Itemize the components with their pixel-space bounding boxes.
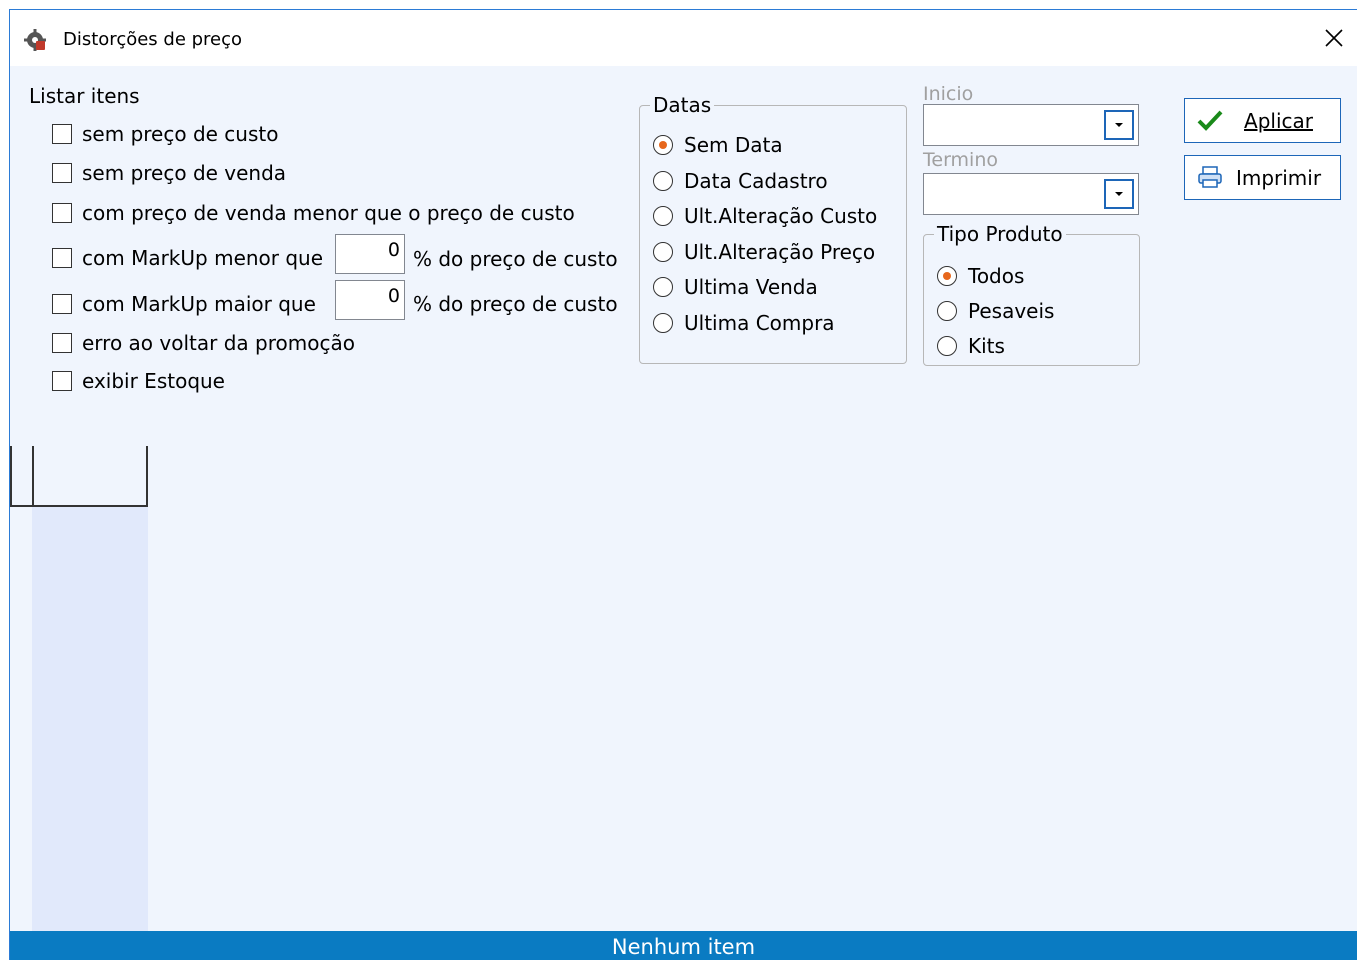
datas-group: Datas Sem Data Data Cadastro Ult.Alteraç… [639, 93, 907, 364]
chevron-down-icon [1115, 123, 1123, 127]
checkbox[interactable] [52, 371, 72, 391]
filter-markup-maior[interactable]: com MarkUp maior que [52, 291, 316, 317]
checkbox-label: com preço de venda menor que o preço de … [82, 201, 575, 225]
close-icon [1325, 29, 1343, 47]
radio-label: Ultima Venda [684, 275, 818, 299]
checkbox[interactable] [52, 203, 72, 223]
radio-ultima-compra[interactable]: Ultima Compra [653, 310, 835, 336]
checkbox-label: exibir Estoque [82, 369, 225, 393]
radio-ult-alteracao-custo[interactable]: Ult.Alteração Custo [653, 203, 877, 229]
close-button[interactable] [1311, 10, 1357, 66]
radio-todos[interactable]: Todos [937, 263, 1024, 289]
print-button[interactable]: Imprimir [1184, 155, 1341, 200]
distortion-window: Distorções de preço Listar itens sem pre… [9, 9, 1357, 960]
grid-column-stripe [32, 506, 148, 932]
apply-button[interactable]: Aplicar [1184, 98, 1341, 143]
radio-ult-alteracao-preco[interactable]: Ult.Alteração Preço [653, 239, 875, 265]
title-bar: Distorções de preço [10, 10, 1357, 66]
radio-button[interactable] [653, 171, 673, 191]
radio-label: Sem Data [684, 133, 783, 157]
inicio-date-picker[interactable] [923, 104, 1139, 146]
checkbox[interactable] [52, 294, 72, 314]
radio-kits[interactable]: Kits [937, 333, 1005, 359]
checkbox[interactable] [52, 248, 72, 268]
markup-maior-suffix: % do preço de custo [413, 292, 618, 316]
filter-exibir-estoque[interactable]: exibir Estoque [52, 368, 225, 394]
checkbox-label: com MarkUp maior que [82, 292, 316, 316]
inicio-label: Inicio [923, 83, 974, 105]
radio-label: Ult.Alteração Preço [684, 240, 876, 264]
status-bar: Nenhum item [10, 931, 1357, 960]
markup-maior-input[interactable]: 0 [335, 280, 405, 320]
tipo-produto-group: Tipo Produto Todos Pesaveis Kits [923, 222, 1140, 366]
termino-date-picker[interactable] [923, 173, 1139, 215]
radio-button[interactable] [937, 266, 957, 286]
checkbox[interactable] [52, 333, 72, 353]
radio-sem-data[interactable]: Sem Data [653, 132, 783, 158]
radio-button[interactable] [653, 277, 673, 297]
print-button-label: Imprimir [1235, 165, 1322, 190]
radio-pesaveis[interactable]: Pesaveis [937, 298, 1054, 324]
radio-label: Ult.Alteração Custo [684, 204, 878, 228]
termino-label: Termino [923, 149, 998, 171]
radio-label: Todos [968, 264, 1025, 288]
radio-label: Kits [968, 334, 1005, 358]
listar-itens-label: Listar itens [29, 84, 140, 108]
status-text: Nenhum item [611, 935, 756, 959]
checkbox[interactable] [52, 163, 72, 183]
radio-button[interactable] [937, 336, 957, 356]
results-grid[interactable] [10, 446, 1357, 932]
checkbox-label: sem preço de venda [82, 161, 287, 185]
radio-button[interactable] [653, 313, 673, 333]
radio-label: Pesaveis [968, 299, 1055, 323]
markup-menor-suffix: % do preço de custo [413, 247, 618, 271]
gear-icon [24, 29, 46, 51]
grid-header [10, 446, 148, 507]
grid-header-divider [32, 446, 34, 505]
filter-sem-preco-venda[interactable]: sem preço de venda [52, 160, 286, 186]
radio-button[interactable] [937, 301, 957, 321]
markup-menor-input[interactable]: 0 [335, 234, 405, 274]
checkbox-label: com MarkUp menor que [82, 246, 324, 270]
filter-sem-preco-custo[interactable]: sem preço de custo [52, 121, 278, 147]
checkbox[interactable] [52, 124, 72, 144]
inicio-dropdown-button[interactable] [1104, 110, 1134, 140]
checkbox-label: sem preço de custo [82, 122, 279, 146]
radio-button[interactable] [653, 206, 673, 226]
tipo-produto-title: Tipo Produto [934, 222, 1066, 246]
datas-title: Datas [650, 93, 715, 117]
radio-button[interactable] [653, 135, 673, 155]
apply-button-label: Aplicar [1244, 108, 1313, 133]
termino-dropdown-button[interactable] [1104, 179, 1134, 209]
radio-label: Ultima Compra [684, 311, 835, 335]
filter-panel: Listar itens sem preço de custo sem preç… [10, 66, 1357, 445]
radio-data-cadastro[interactable]: Data Cadastro [653, 168, 828, 194]
radio-label: Data Cadastro [684, 169, 828, 193]
filter-markup-menor[interactable]: com MarkUp menor que [52, 245, 323, 271]
radio-ultima-venda[interactable]: Ultima Venda [653, 274, 818, 300]
chevron-down-icon [1115, 192, 1123, 196]
filter-venda-menor-custo[interactable]: com preço de venda menor que o preço de … [52, 200, 575, 226]
radio-button[interactable] [653, 242, 673, 262]
checkbox-label: erro ao voltar da promoção [82, 331, 355, 355]
window-title: Distorções de preço [63, 29, 243, 50]
filter-erro-promocao[interactable]: erro ao voltar da promoção [52, 330, 355, 356]
